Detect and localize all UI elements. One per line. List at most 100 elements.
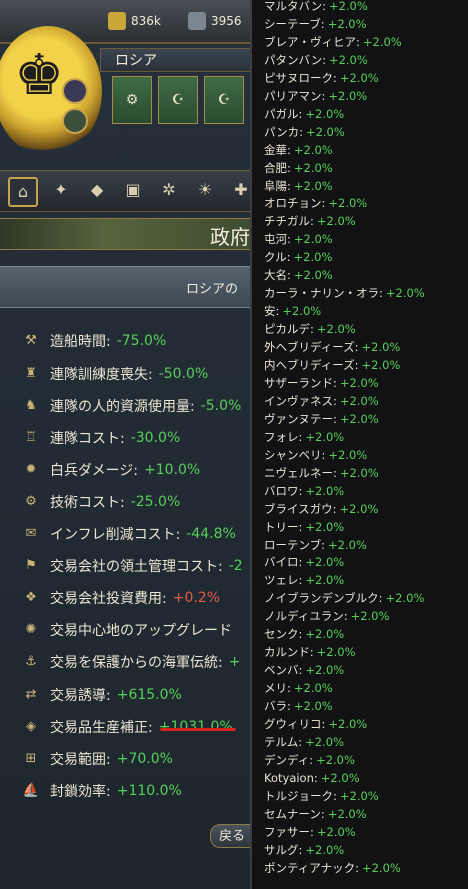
modifier-row[interactable]: ❖ 交易会社投資費用: +0.2%	[20, 587, 220, 609]
banner-row: ⚙ ☪ ☪	[112, 76, 244, 124]
trade-tab-icon[interactable]: ▣	[120, 177, 146, 203]
company-invest-icon: ❖	[25, 590, 37, 605]
province-bonus: +2.0%	[305, 555, 345, 570]
modifier-label: 連隊訓練度喪失:	[50, 367, 153, 383]
panel-tabs: ⌂ ✦ ◆ ▣ ✲ ☀ ✚	[0, 170, 262, 212]
ducats-resource[interactable]: 836k	[108, 10, 161, 32]
modifier-label: 技術コスト:	[50, 495, 125, 511]
province-name: シャンベリ:	[264, 447, 326, 462]
modifier-row[interactable]: ⇄ 交易誘導: +615.0%	[20, 684, 182, 706]
modifier-row[interactable]: ♜ 連隊訓練度喪失: -50.0%	[20, 363, 208, 385]
modifier-value: +10.0%	[144, 462, 201, 478]
province-name: ノルディユラン:	[264, 609, 348, 624]
province-bonus: +2.0%	[362, 34, 402, 49]
tooltip-row: ベンバ: +2.0%	[264, 661, 344, 679]
modifier-label: インフレ削減コスト:	[50, 527, 181, 543]
province-name: 大名:	[264, 268, 291, 283]
province-bonus: +2.0%	[361, 860, 401, 875]
tooltip-row: デンディ: +2.0%	[264, 751, 355, 769]
province-name: 阜陽:	[264, 178, 291, 193]
modifier-row[interactable]: ✹ 白兵ダメージ: +10.0%	[20, 459, 201, 481]
province-name: センク:	[264, 627, 303, 642]
modifier-row[interactable]: ✺ 交易中心地のアップグレード	[20, 619, 238, 641]
modifier-value: -25.0%	[130, 494, 181, 510]
ruler-icon[interactable]	[62, 78, 88, 104]
diplomacy-tab-icon[interactable]: ✦	[48, 177, 74, 203]
tooltip-row: ニヴェルネー: +2.0%	[264, 464, 379, 482]
estate-banner-icon[interactable]: ⚙	[112, 76, 152, 124]
province-bonus: +2.0%	[385, 286, 425, 301]
modifier-row[interactable]: ✉ インフレ削減コスト: -44.8%	[20, 523, 236, 545]
province-name: 合肥:	[264, 160, 291, 175]
modifier-row[interactable]: ⚙ 技術コスト: -25.0%	[20, 491, 180, 513]
province-name: インヴァネス:	[264, 393, 337, 408]
government-title: 政府	[210, 225, 250, 249]
province-bonus: +2.0%	[305, 734, 345, 749]
technology-tab-icon[interactable]: ✲	[156, 177, 182, 203]
province-bonus: +2.0%	[305, 842, 345, 857]
province-bonus: +2.0%	[316, 645, 356, 660]
province-bonus: +2.0%	[350, 609, 390, 624]
province-name: フォレ:	[264, 429, 303, 444]
province-bonus: +2.0%	[316, 752, 355, 767]
province-name: デンディ:	[264, 752, 314, 767]
province-bonus: +2.0%	[339, 70, 379, 85]
modifier-label: 交易を保護からの海軍伝統:	[50, 655, 223, 671]
modifier-row[interactable]: ⚓ 交易を保護からの海軍伝統: +	[20, 651, 240, 673]
modifier-value: -50.0%	[158, 366, 209, 382]
tooltip-row: シャンベリ: +2.0%	[264, 446, 367, 464]
province-name: ツェレ:	[264, 573, 303, 588]
modifier-value: +0.2%	[172, 590, 221, 606]
company-land-icon: ⚑	[25, 558, 37, 573]
tooltip-row: オロチョン: +2.0%	[264, 194, 367, 212]
tooltip-row: サルグ: +2.0%	[264, 841, 344, 859]
tooltip-row: バロワ: +2.0%	[264, 482, 344, 500]
manpower-resource[interactable]: 3956	[188, 10, 242, 32]
crown-icon[interactable]	[62, 108, 88, 134]
province-bonus: +2.0%	[282, 304, 322, 319]
modifier-row[interactable]: ⚑ 交易会社の領土管理コスト: -2	[20, 555, 243, 577]
modifier-row[interactable]: ⚒ 造船時間: -75.0%	[20, 330, 166, 352]
province-bonus: +2.0%	[328, 717, 368, 731]
government-panel: 836k 3956 ♚ ロシア ⚙ ☪ ☪ ⌂ ✦ ◆ ▣ ✲ ☀ ✚ 政府 ロ…	[0, 0, 262, 889]
province-name: 内ヘブリディーズ:	[264, 358, 359, 372]
tooltip-row: ブレア・ヴィヒア: +2.0%	[264, 33, 402, 51]
modifier-label: 交易誘導:	[50, 688, 111, 704]
province-bonus: +2.0%	[328, 447, 368, 462]
faction-banner-icon[interactable]: ☪	[204, 76, 244, 124]
government-tab-icon[interactable]: ⌂	[8, 177, 38, 207]
province-bonus: +2.0%	[327, 806, 367, 821]
modifier-row[interactable]: ⛵ 封鎖効率: +110.0%	[20, 780, 182, 802]
tooltip-row: フォレ: +2.0%	[264, 428, 344, 446]
province-name: クル:	[264, 250, 291, 265]
ideas-tab-icon[interactable]: ☀	[192, 177, 218, 203]
province-bonus: +2.0%	[293, 681, 333, 696]
province-bonus: +2.0%	[328, 196, 368, 211]
tooltip-row: カルンド: +2.0%	[264, 643, 356, 661]
province-name: ニヴェルネー:	[264, 465, 337, 480]
province-name: ローテンブ:	[264, 537, 326, 552]
province-bonus: +2.0%	[316, 214, 356, 229]
tooltip-row: グウィリコ: +2.0%	[264, 715, 367, 733]
economy-tab-icon[interactable]: ◆	[84, 177, 110, 203]
modifier-label: 連隊コスト:	[50, 431, 125, 447]
modifier-row[interactable]: ⊞ 交易範囲: +70.0%	[20, 748, 173, 770]
modifier-label: 連隊の人的資源使用量:	[50, 399, 195, 415]
naval-tradition-icon: ⚓	[25, 654, 37, 669]
shock-damage-icon: ✹	[25, 462, 37, 477]
province-name: 安:	[264, 304, 280, 319]
modifier-value: +1031.0%	[158, 719, 233, 735]
province-bonus: +2.0%	[293, 268, 333, 283]
province-name: ピサヌローク:	[264, 70, 337, 85]
province-bonus: +2.0%	[339, 465, 379, 480]
modifier-row[interactable]: ♞ 連隊の人的資源使用量: -5.0%	[20, 395, 241, 417]
religion-banner-icon[interactable]: ☪	[158, 76, 198, 124]
tooltip-row: セムナーン: +2.0%	[264, 805, 367, 823]
modifier-row[interactable]: ◈ 交易品生産補正: +1031.0%	[20, 716, 233, 738]
province-name: トルジョーク:	[264, 788, 337, 803]
modifier-value: -75.0%	[116, 333, 167, 349]
drill-icon: ♜	[25, 366, 37, 381]
tooltip-row: シーテーブ: +2.0%	[264, 15, 367, 33]
modifier-row[interactable]: ♖ 連隊コスト: -30.0%	[20, 427, 180, 449]
tooltip-row: ヴァンヌテー: +2.0%	[264, 410, 379, 428]
